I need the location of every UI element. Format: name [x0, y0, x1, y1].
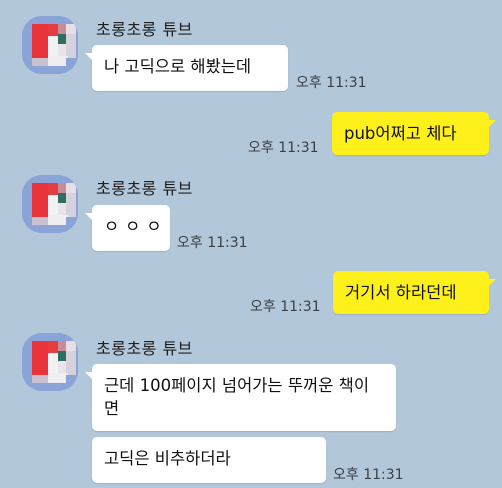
sender-avatar[interactable]: [22, 175, 78, 233]
message-text: 근데 100페이지 넘어가는 뚜꺼운 책이면: [104, 376, 369, 418]
incoming-message-bubble[interactable]: ㅇㅇㅇ: [85, 205, 170, 251]
message-time: 오후 11:31: [296, 75, 367, 91]
message-time: 오후 11:31: [177, 235, 248, 251]
message-time: 오후 11:31: [333, 467, 404, 483]
message-text: ㅇㅇㅇ: [104, 217, 168, 236]
pixelated-avatar-image: [22, 333, 78, 391]
pixelated-avatar-image: [22, 16, 78, 74]
incoming-message-bubble[interactable]: 고딕은 비추하더라: [92, 437, 326, 483]
incoming-message-bubble[interactable]: 근데 100페이지 넘어가는 뚜꺼운 책이면: [85, 364, 396, 431]
message-text: pub어쩌고 체다: [344, 124, 457, 143]
message-text: 고딕은 비추하더라: [104, 449, 231, 468]
sender-avatar[interactable]: [22, 333, 78, 391]
incoming-message-bubble[interactable]: 나 고딕으로 해봤는데: [85, 45, 288, 91]
message-text: 나 고딕으로 해봤는데: [104, 57, 252, 76]
message-time: 오후 11:31: [248, 140, 319, 156]
chat-message-list: 초롱초롱 튜브 나 고딕으로 해봤는데 오후 11:31 오후 11:31 pu…: [0, 0, 502, 488]
sender-name: 초롱초롱 튜브: [96, 179, 193, 198]
pixelated-avatar-image: [22, 175, 78, 233]
outgoing-message-bubble[interactable]: 거기서 하라던데: [333, 271, 496, 314]
sender-name: 초롱초롱 튜브: [96, 339, 193, 358]
sender-name: 초롱초롱 튜브: [96, 20, 193, 39]
outgoing-message-bubble[interactable]: pub어쩌고 체다: [332, 112, 496, 155]
message-text: 거기서 하라던데: [345, 283, 457, 302]
message-time: 오후 11:31: [250, 299, 321, 315]
sender-avatar[interactable]: [22, 16, 78, 74]
